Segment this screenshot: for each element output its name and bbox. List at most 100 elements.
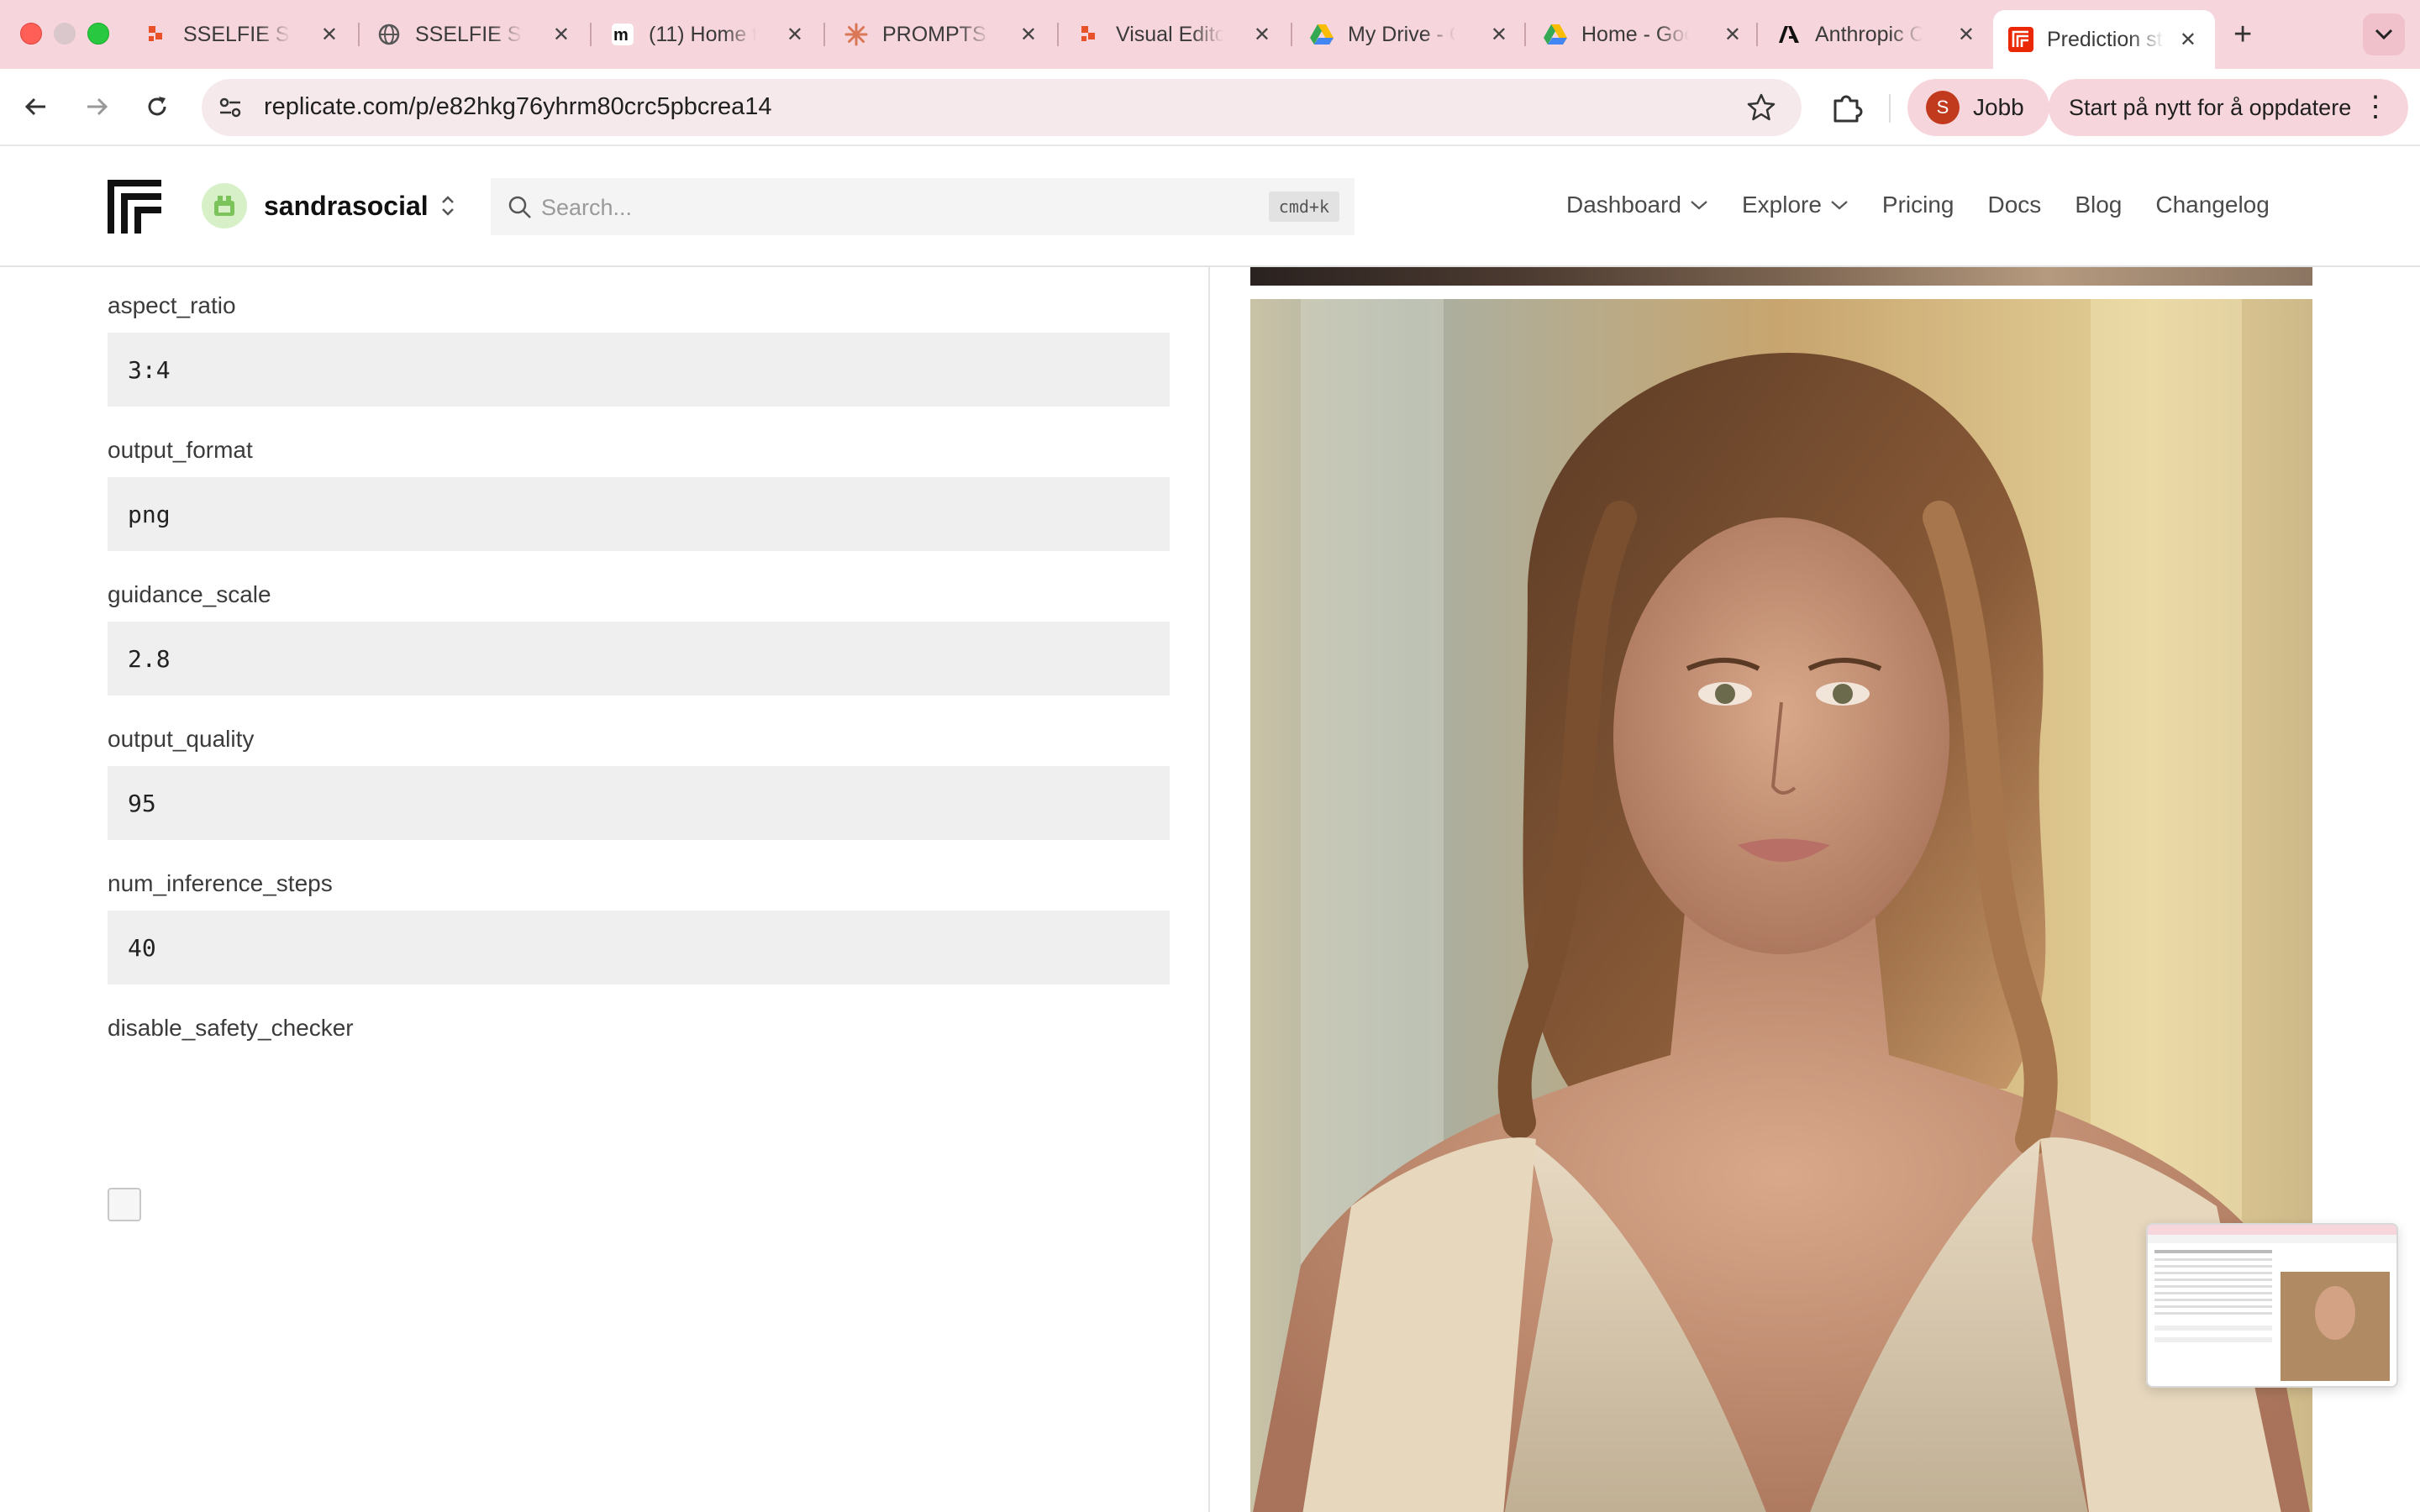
field-value: 40 <box>128 934 156 962</box>
team-avatar-icon <box>214 196 234 216</box>
replicate-orange-icon <box>1077 22 1102 47</box>
tab-close-icon[interactable]: ✕ <box>1254 23 1270 47</box>
forward-button[interactable] <box>77 87 116 126</box>
tab-separator <box>1291 23 1292 46</box>
screenshot-preview <box>2148 1225 2396 1381</box>
input-field-output-format: output_format png <box>108 412 1170 556</box>
reload-button[interactable] <box>138 87 176 126</box>
address-bar[interactable]: replicate.com/p/e82hkg76yhrm80crc5pbcrea… <box>202 79 1802 136</box>
input-field-guidance-scale: guidance_scale 2.8 <box>108 556 1170 701</box>
browser-tab[interactable]: Visual Editor ✕ <box>1062 10 1289 59</box>
new-tab-button[interactable]: + <box>2233 17 2252 53</box>
nav-blog[interactable]: Blog <box>2075 192 2122 218</box>
browser-tab[interactable]: SSELFIE Studio ✕ <box>361 10 588 59</box>
browser-tab-active[interactable]: Prediction status ✕ <box>1993 10 2215 69</box>
bookmark-star-icon[interactable] <box>1746 92 1776 123</box>
tab-close-icon[interactable]: ✕ <box>1958 23 1975 47</box>
site-settings-icon[interactable] <box>217 94 244 121</box>
browser-tab[interactable]: PROMPTS - Claude ✕ <box>829 10 1055 59</box>
tab-separator <box>590 23 592 46</box>
tab-separator <box>358 23 360 46</box>
chevron-down-icon <box>1831 201 1848 210</box>
window-zoom-button[interactable] <box>87 23 109 45</box>
search-shortcut-badge: cmd+k <box>1268 192 1339 222</box>
relaunch-update-label: Start på nytt for å oppdatere <box>2069 94 2352 120</box>
browser-tab[interactable]: SSELFIE STUDIO ✕ <box>129 10 356 59</box>
toolbar-separator <box>1889 94 1891 123</box>
claude-sunburst-icon <box>844 22 869 47</box>
chevron-down-icon <box>2375 29 2393 40</box>
output-format-value[interactable]: png <box>108 477 1170 551</box>
reload-icon <box>148 97 166 116</box>
browser-tab[interactable]: My Drive - Google Drive ✕ <box>1294 10 1526 59</box>
tab-close-icon[interactable]: ✕ <box>1724 23 1741 47</box>
tab-title: Visual Editor <box>1116 22 1223 46</box>
arrow-right-icon <box>87 97 108 116</box>
browser-tab[interactable]: Home - Google Drive ✕ <box>1528 10 1760 59</box>
profile-name: Jobb <box>1973 94 2024 120</box>
aspect-ratio-value[interactable]: 3:4 <box>108 333 1170 407</box>
google-drive-icon <box>1309 22 1334 47</box>
tab-search-button[interactable] <box>2363 13 2405 55</box>
globe-icon <box>376 22 402 47</box>
tab-close-icon[interactable]: ✕ <box>553 23 570 47</box>
browser-toolbar: replicate.com/p/e82hkg76yhrm80crc5pbcrea… <box>0 69 2420 146</box>
input-field-disable-safety-checker: disable_safety_checker <box>108 990 1170 1074</box>
input-field-aspect-ratio: aspect_ratio 3:4 <box>108 267 1170 412</box>
prediction-inputs: aspect_ratio 3:4 output_format png guida… <box>108 267 1170 1221</box>
window-close-button[interactable] <box>20 23 42 45</box>
tab-title: PROMPTS - Claude <box>882 22 990 46</box>
back-button[interactable] <box>17 87 55 126</box>
nav-dashboard[interactable]: Dashboard <box>1566 192 1708 218</box>
team-name: sandrasocial <box>264 190 429 221</box>
nav-pricing[interactable]: Pricing <box>1882 192 1954 218</box>
tab-title: SSELFIE Studio <box>415 22 523 46</box>
field-label: output_quality <box>108 726 255 752</box>
browser-tab[interactable]: m (11) Home tab ✕ <box>595 10 822 59</box>
search-placeholder: Search... <box>541 195 633 220</box>
tab-close-icon[interactable]: ✕ <box>786 23 803 47</box>
browser-tab[interactable]: Anthropic Console ✕ <box>1761 10 1993 59</box>
top-navigation: Dashboard Explore Pricing Docs Blog Chan… <box>1566 192 2303 218</box>
anthropic-icon <box>1776 22 1802 47</box>
output-quality-value[interactable]: 95 <box>108 766 1170 840</box>
svg-text:m: m <box>613 26 629 45</box>
tab-close-icon[interactable]: ✕ <box>1491 23 1507 47</box>
nav-docs[interactable]: Docs <box>1988 192 2042 218</box>
profile-avatar: S <box>1926 91 1960 124</box>
field-label: output_format <box>108 437 253 463</box>
kebab-menu-icon[interactable]: ⋮ <box>2361 92 2390 121</box>
num-inference-steps-value[interactable]: 40 <box>108 911 1170 984</box>
site-header: sandrasocial Search... cmd+k Dashboard E… <box>0 148 2420 267</box>
tab-close-icon[interactable]: ✕ <box>2180 28 2196 52</box>
replicate-logo-icon[interactable] <box>108 180 161 234</box>
team-switcher[interactable]: sandrasocial <box>202 183 455 228</box>
google-drive-icon <box>1543 22 1568 47</box>
screenshot-thumbnail[interactable] <box>2146 1223 2398 1388</box>
nav-explore[interactable]: Explore <box>1742 192 1849 218</box>
browser-tab-strip: SSELFIE STUDIO ✕ SSELFIE Studio ✕ m (11)… <box>0 0 2420 69</box>
search-input[interactable]: Search... cmd+k <box>491 178 1355 235</box>
page-content: sandrasocial Search... cmd+k Dashboard E… <box>0 148 2420 1512</box>
miro-icon: m <box>610 22 635 47</box>
tab-title: Anthropic Console <box>1815 22 1923 46</box>
replicate-icon <box>2008 27 2033 52</box>
field-label: aspect_ratio <box>108 292 236 318</box>
relaunch-update-button[interactable]: Start på nytt for å oppdatere ⋮ <box>2049 79 2408 136</box>
window-minimize-button[interactable] <box>54 23 76 45</box>
disable-safety-checker-checkbox[interactable] <box>108 1188 141 1221</box>
nav-explore-label: Explore <box>1741 192 1822 218</box>
tab-close-icon[interactable]: ✕ <box>1020 23 1037 47</box>
field-value: 3:4 <box>128 356 171 384</box>
arrow-left-icon <box>24 97 45 116</box>
tab-close-icon[interactable]: ✕ <box>321 23 338 47</box>
nav-changelog[interactable]: Changelog <box>2155 192 2269 218</box>
tab-separator <box>823 23 825 46</box>
guidance-scale-value[interactable]: 2.8 <box>108 622 1170 696</box>
extensions-puzzle-icon[interactable] <box>1828 89 1865 126</box>
profile-button[interactable]: S Jobb <box>1907 79 2049 136</box>
tab-separator <box>1756 23 1758 46</box>
input-field-num-inference-steps: num_inference_steps 40 <box>108 845 1170 990</box>
tab-title: (11) Home tab <box>649 22 756 46</box>
replicate-orange-icon <box>145 22 170 47</box>
